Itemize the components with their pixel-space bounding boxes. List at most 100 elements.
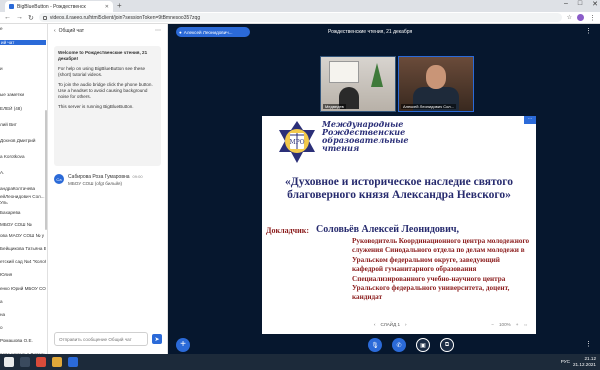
chat-options-icon[interactable]: ⋯ [155, 27, 161, 34]
send-message-button[interactable]: ➤ [152, 334, 162, 344]
chevron-left-icon[interactable]: ‹ [54, 28, 56, 34]
user-list-item[interactable]: ейЛеонидович Сол... [0, 194, 46, 199]
profile-avatar[interactable] [577, 14, 584, 21]
user-list-item[interactable]: ова МАОУ СОШ № у [0, 233, 46, 238]
user-list-item[interactable]: a Korotkova [0, 154, 46, 159]
user-list-item[interactable]: ЕЛЕЙ (48) [0, 106, 46, 111]
welcome-audio: To join the audio bridge click the phone… [58, 82, 153, 99]
user-list-item[interactable]: етский сад №4 "Колобок" [0, 259, 46, 264]
bookmark-star-icon[interactable]: ☆ [567, 14, 572, 21]
user-list-item[interactable]: на [0, 312, 46, 317]
start-icon[interactable] [4, 357, 14, 367]
webcam-video[interactable]: Медведев [320, 56, 396, 112]
webcam-video-speaker[interactable]: Алексей Леонидович Сол... [398, 56, 474, 112]
maximize-icon[interactable]: □ [578, 0, 582, 8]
url-field[interactable]: videos.il.raeeo.ru/html5client/join?sess… [38, 13, 562, 22]
user-list-panel: е ий чат и ые заметки ЕЛЕЙ (48) лий Вит Дохнов… [0, 24, 48, 354]
video-background-screen [329, 61, 359, 83]
user-list-item[interactable]: Юлия [0, 272, 46, 277]
browser-menu-icon[interactable]: ⋮ [589, 14, 596, 22]
browser-icon[interactable] [68, 357, 78, 367]
clock[interactable]: 21.12 21.12.2021 [573, 356, 596, 368]
avatar: Са [54, 174, 64, 184]
lock-icon [42, 15, 47, 20]
chat-header[interactable]: ‹ Общий чат [54, 28, 84, 34]
user-list-item[interactable]: енко Юрий МБОУ СОШ №м [0, 286, 46, 291]
user-list-item[interactable]: МБОУ СОШ № [0, 222, 46, 227]
screen-share-button[interactable]: ⧉ [440, 338, 454, 352]
mic-icon: ● [179, 29, 182, 35]
camera-button[interactable]: ▣ [416, 338, 430, 352]
user-list-item[interactable]: андраКолтачева [0, 186, 46, 191]
user-list-item[interactable]: лий Вит [0, 122, 46, 127]
language-indicator[interactable]: РУС [561, 359, 570, 364]
browser-tabbar: BigBlueButton - Рождественск ✕ + – □ ✕ [0, 0, 600, 12]
message-author-name: Сабирова Роза Гумаровна [68, 174, 130, 180]
close-tab-icon[interactable]: ✕ [105, 4, 109, 10]
meeting-title: Рождественские чтения, 21 декабря [328, 29, 413, 35]
slide-number[interactable]: СЛАЙД 1 [381, 322, 401, 327]
chat-panel: ‹ Общий чат ⋯ Welcome to Рождественские … [48, 24, 168, 354]
meeting-area: ● Алексей Леонидович... Рождественские ч… [168, 24, 600, 354]
chat-message-input[interactable] [54, 332, 148, 346]
speaker-name: Соловьёв Алексей Леонидович, [316, 224, 459, 235]
user-list-item[interactable]: Бахарева [0, 210, 46, 215]
media-controls: 🎙 ✆ ▣ ⧉ [368, 338, 454, 352]
actions-plus-button[interactable]: + [176, 338, 190, 352]
emblem-logo: MPO [279, 121, 315, 163]
zoom-in-icon[interactable]: + [516, 322, 519, 327]
message-author: Сабирова Роза Гумаровна 09:00 [68, 174, 143, 180]
welcome-server: This server is running BigBlueButton. [58, 104, 134, 109]
close-window-icon[interactable]: ✕ [592, 0, 598, 8]
slide-title: «Духовное и историческое наследие святог… [285, 176, 513, 201]
clock-date: 21.12.2021 [573, 362, 596, 367]
window-controls: – □ ✕ [564, 0, 598, 8]
favicon-icon [9, 4, 14, 9]
zoom-level[interactable]: 100% [499, 322, 511, 327]
user-list-item[interactable]: о [0, 325, 46, 330]
forward-icon[interactable]: → [16, 14, 23, 21]
message-text: МБОУ СОШ (ofgt бильйя) [68, 181, 123, 186]
user-list-item[interactable]: А. [0, 170, 46, 175]
new-tab-button[interactable]: + [117, 1, 122, 10]
user-list-item[interactable]: Уль [0, 200, 46, 205]
app-icon[interactable] [36, 357, 46, 367]
logo-text-line: чтения [322, 143, 360, 153]
welcome-title: Welcome to Рождественские чтения, 21 дек… [58, 50, 148, 61]
chat-title: Общий чат [58, 28, 85, 34]
prev-slide-icon[interactable]: ‹ [374, 322, 376, 327]
presenter-badge[interactable]: ● Алексей Леонидович... [176, 27, 250, 37]
options-menu-icon[interactable]: ⋮ [585, 27, 592, 35]
search-icon[interactable] [20, 357, 30, 367]
user-list-item[interactable]: е [0, 26, 46, 31]
tab-title: BigBlueButton - Рождественск [17, 3, 86, 10]
reload-icon[interactable]: ↻ [28, 14, 34, 22]
user-list-item[interactable]: ые заметки [0, 92, 46, 97]
minimize-icon[interactable]: – [564, 0, 568, 8]
user-list-item[interactable]: Бейщикова Татьяна В.. [0, 246, 46, 251]
browser-tab[interactable]: BigBlueButton - Рождественск ✕ [5, 1, 113, 12]
next-slide-icon[interactable]: › [405, 322, 407, 327]
fit-width-icon[interactable]: ⇔ [523, 322, 528, 327]
zoom-controls: − 100% + ⇔ [491, 322, 528, 327]
windows-taskbar: РУС 21.12 21.12.2021 [0, 354, 600, 370]
slide-options-icon[interactable]: ⋯ [524, 116, 536, 124]
message-time: 09:00 [132, 174, 143, 179]
zoom-out-icon[interactable]: − [491, 322, 494, 327]
phone-button[interactable]: ✆ [392, 338, 406, 352]
speaker-label: Докладчик: [266, 226, 310, 235]
more-options-icon[interactable]: ⋮ [585, 340, 592, 348]
url-text: videos.il.raeeo.ru/html5client/join?sess… [49, 14, 201, 21]
address-bar: ← → ↻ videos.il.raeeo.ru/html5client/joi… [0, 12, 600, 24]
slide-navigation: ‹ СЛАЙД 1 › [374, 322, 407, 327]
back-icon[interactable]: ← [4, 14, 11, 21]
user-list-item[interactable]: Ромашова О.Е. [0, 338, 46, 343]
user-list-item[interactable]: ий чат [0, 40, 46, 45]
microphone-button[interactable]: 🎙 [368, 338, 382, 352]
user-list-item[interactable]: а [0, 299, 46, 304]
user-list-item[interactable]: Дохнов Дмитрий [0, 138, 46, 143]
presentation-slide[interactable]: ⋯ MPO Международные Рождественские образов… [262, 116, 536, 334]
explorer-icon[interactable] [52, 357, 62, 367]
user-list-item[interactable]: и [0, 66, 46, 71]
video-label-speaker: Алексей Леонидович Сол... [401, 104, 456, 109]
